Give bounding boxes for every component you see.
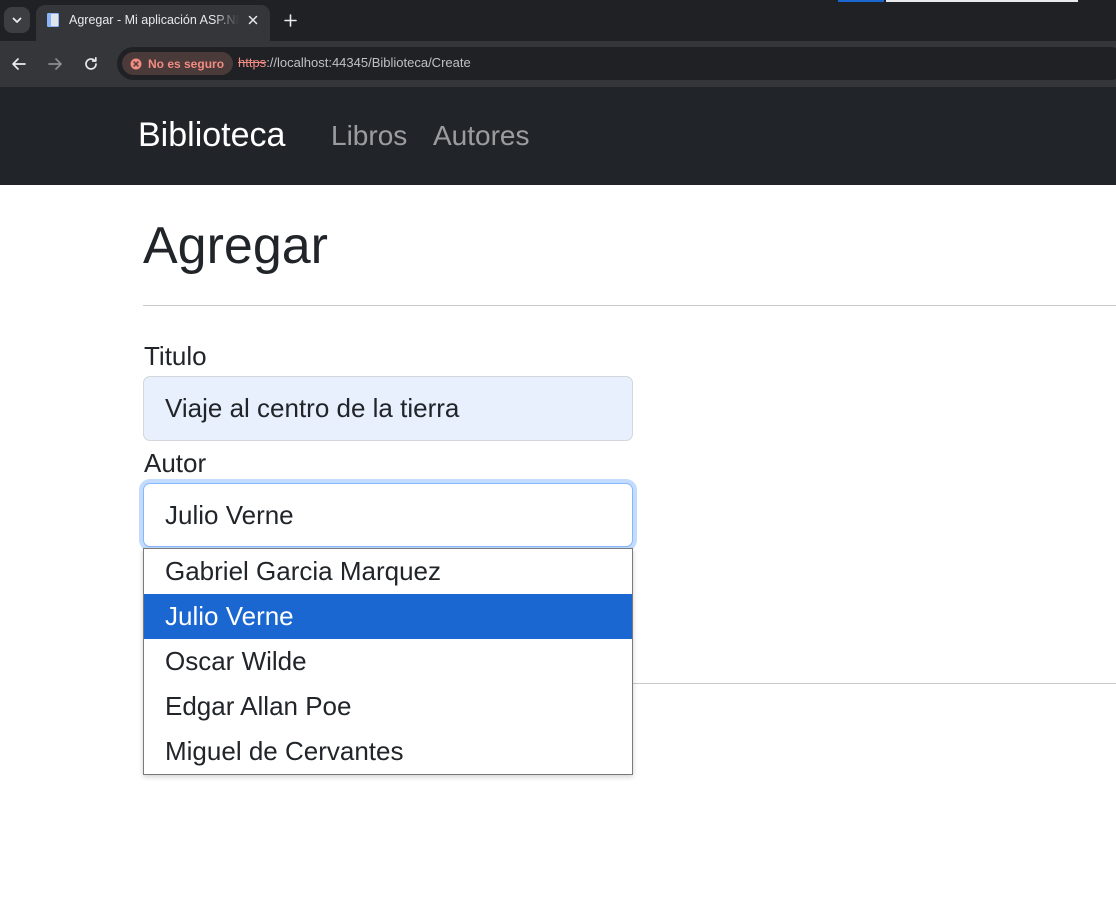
tab-close-button[interactable]: [244, 11, 262, 29]
forward-arrow-icon: [48, 58, 62, 70]
browser-tab-strip: Agregar - Mi aplicación ASP.NET: [0, 0, 1116, 41]
nav-link-libros[interactable]: Libros: [331, 120, 407, 152]
reload-button[interactable]: [79, 52, 103, 76]
url-scheme: https: [238, 55, 267, 70]
close-icon: [248, 15, 258, 25]
autor-option[interactable]: Julio Verne: [144, 594, 632, 639]
warning-icon: [130, 58, 142, 69]
option-label: Miguel de Cervantes: [165, 736, 404, 766]
chevron-down-icon: [12, 17, 22, 23]
autor-option[interactable]: Oscar Wilde: [144, 639, 632, 684]
address-bar[interactable]: No es seguro https://localhost:44345/Bib…: [117, 47, 1116, 80]
autor-select[interactable]: Julio Verne: [143, 483, 633, 547]
autor-select-value: Julio Verne: [165, 499, 294, 530]
option-label: Oscar Wilde: [165, 646, 307, 676]
tab-search-button[interactable]: [4, 7, 30, 33]
titulo-input[interactable]: [143, 376, 633, 441]
navbar-brand[interactable]: Biblioteca: [138, 116, 285, 155]
window-accent-strip: [838, 0, 884, 2]
document-icon: [47, 13, 59, 27]
option-label: Julio Verne: [165, 601, 294, 631]
url-path: ://localhost:44345/Biblioteca/Create: [266, 55, 471, 70]
tab-title: Agregar - Mi aplicación ASP.NET: [69, 13, 239, 27]
autor-dropdown-list: Gabriel Garcia Marquez Julio Verne Oscar…: [143, 548, 633, 775]
back-arrow-icon: [12, 58, 26, 70]
browser-toolbar: No es seguro https://localhost:44345/Bib…: [0, 41, 1116, 87]
url-text[interactable]: https://localhost:44345/Biblioteca/Creat…: [238, 55, 471, 70]
plus-icon: [283, 13, 297, 27]
back-button[interactable]: [7, 52, 31, 76]
browser-tab-active[interactable]: Agregar - Mi aplicación ASP.NET: [36, 5, 270, 41]
autor-option[interactable]: Gabriel Garcia Marquez: [144, 549, 632, 594]
reload-icon: [85, 56, 97, 70]
new-tab-button[interactable]: [280, 10, 300, 30]
option-label: Gabriel Garcia Marquez: [165, 556, 441, 586]
autor-option[interactable]: Edgar Allan Poe: [144, 684, 632, 729]
option-label: Edgar Allan Poe: [165, 691, 352, 721]
titulo-label: Titulo: [144, 341, 207, 371]
page-title: Agregar: [143, 217, 328, 275]
site-navbar: Biblioteca Libros Autores: [0, 87, 1116, 185]
autor-label: Autor: [144, 448, 207, 478]
security-chip[interactable]: No es seguro: [122, 52, 234, 75]
forward-button[interactable]: [43, 52, 67, 76]
nav-link-autores[interactable]: Autores: [433, 120, 530, 152]
autor-option[interactable]: Miguel de Cervantes: [144, 729, 632, 774]
window-accent-strip-light: [886, 0, 1078, 2]
security-label: No es seguro: [148, 56, 225, 71]
title-divider: [143, 305, 1116, 306]
